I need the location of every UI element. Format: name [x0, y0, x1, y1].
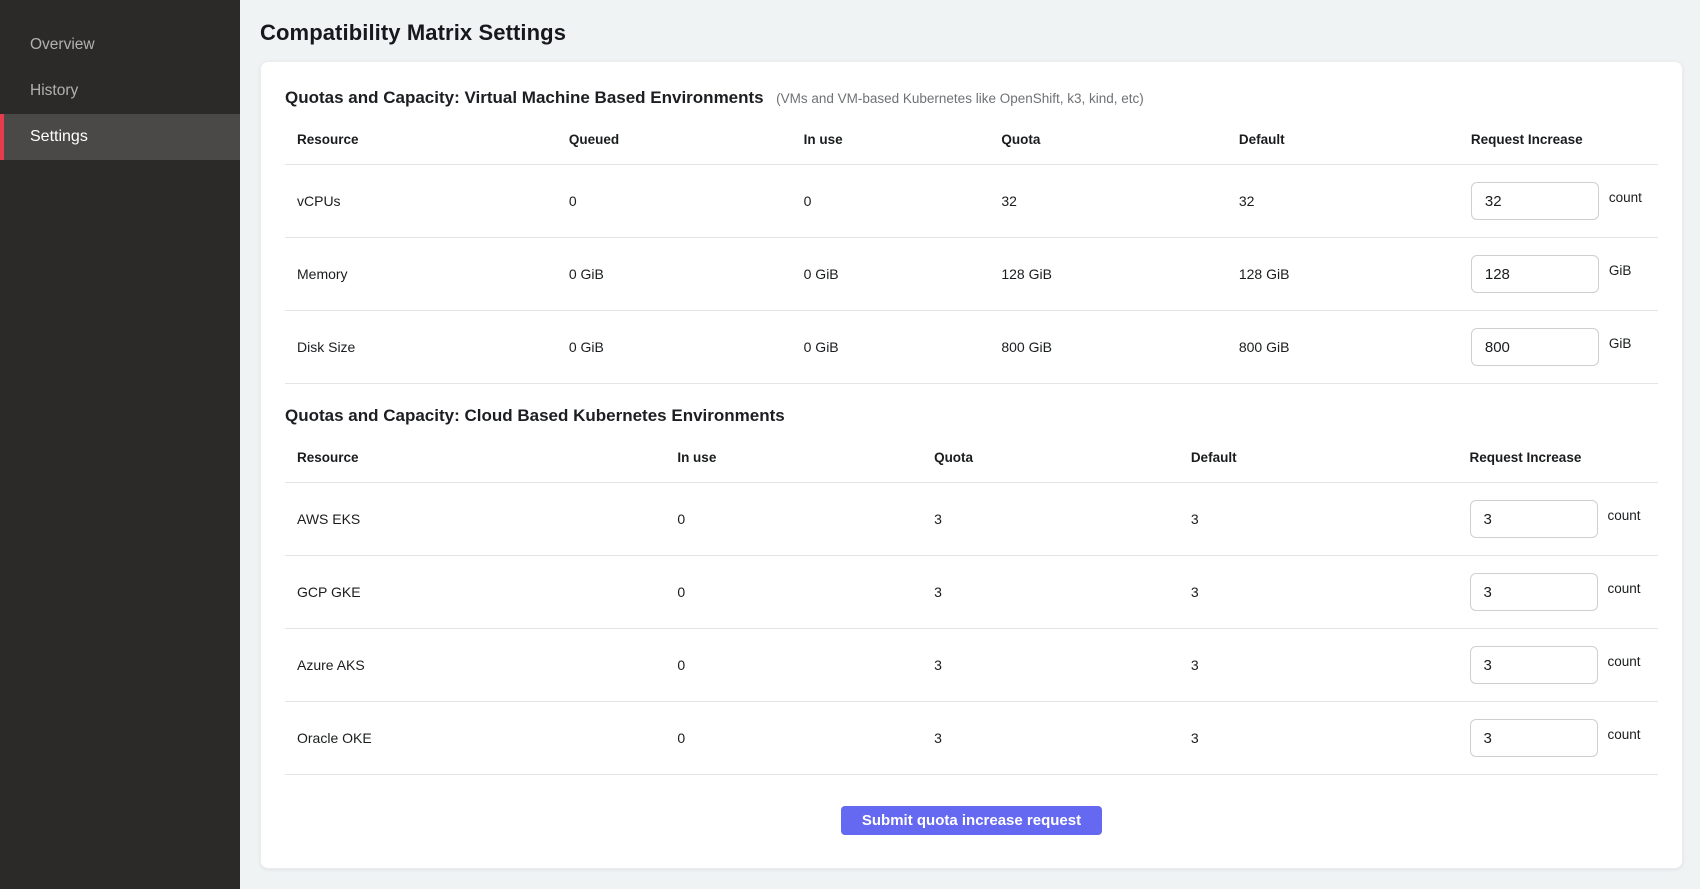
request-increase-input[interactable] [1471, 328, 1599, 366]
in-use-value: 0 GiB [792, 311, 990, 384]
column-header-quota: Quota [922, 434, 1179, 483]
request-increase-input[interactable] [1471, 182, 1599, 220]
unit-label: count [1608, 508, 1641, 523]
column-header-quota: Quota [989, 116, 1227, 165]
quota-value: 128 GiB [989, 238, 1227, 311]
default-value: 32 [1227, 165, 1459, 238]
column-header-request-increase: Request Increase [1459, 116, 1658, 165]
sidebar-item-settings[interactable]: Settings [0, 114, 240, 160]
default-value: 128 GiB [1227, 238, 1459, 311]
default-value: 3 [1179, 629, 1458, 702]
request-increase-cell: count [1470, 500, 1658, 538]
in-use-value: 0 [665, 556, 922, 629]
unit-label: count [1608, 727, 1641, 742]
request-increase-cell: count [1470, 646, 1658, 684]
column-header-default: Default [1227, 116, 1459, 165]
request-increase-cell: count [1470, 719, 1658, 757]
request-increase-cell: count [1470, 573, 1658, 611]
default-value: 3 [1179, 483, 1458, 556]
k8s-section-header: Quotas and Capacity: Cloud Based Kuberne… [285, 406, 1658, 426]
quota-value: 3 [922, 629, 1179, 702]
sidebar-nav: Overview History Settings [0, 22, 240, 160]
vm-section-title: Quotas and Capacity: Virtual Machine Bas… [285, 88, 764, 107]
default-value: 3 [1179, 702, 1458, 775]
request-increase-cell: GiB [1471, 328, 1658, 366]
quota-value: 800 GiB [989, 311, 1227, 384]
queued-value: 0 GiB [557, 238, 792, 311]
table-row-gcp-gke: GCP GKE 0 3 3 count [285, 556, 1658, 629]
resource-name: AWS EKS [285, 483, 665, 556]
resource-name: Azure AKS [285, 629, 665, 702]
k8s-section-title: Quotas and Capacity: Cloud Based Kuberne… [285, 406, 785, 425]
page-title: Compatibility Matrix Settings [260, 20, 1683, 46]
sidebar-item-history[interactable]: History [0, 68, 240, 114]
request-increase-cell: count [1471, 182, 1658, 220]
resource-name: Oracle OKE [285, 702, 665, 775]
vm-section-subtitle: (VMs and VM-based Kubernetes like OpenSh… [776, 91, 1144, 106]
k8s-table-header-row: Resource In use Quota Default Request In… [285, 434, 1658, 483]
sidebar-item-label: History [30, 82, 78, 100]
table-row-aws-eks: AWS EKS 0 3 3 count [285, 483, 1658, 556]
quota-value: 32 [989, 165, 1227, 238]
unit-label: GiB [1609, 336, 1632, 351]
table-row-memory: Memory 0 GiB 0 GiB 128 GiB 128 GiB GiB [285, 238, 1658, 311]
unit-label: count [1608, 581, 1641, 596]
vm-table-header-row: Resource Queued In use Quota Default Req… [285, 116, 1658, 165]
request-increase-input[interactable] [1470, 500, 1598, 538]
k8s-quota-table: Resource In use Quota Default Request In… [285, 434, 1658, 775]
submit-quota-increase-button[interactable]: Submit quota increase request [841, 806, 1102, 835]
request-increase-input[interactable] [1471, 255, 1599, 293]
column-header-in-use: In use [792, 116, 990, 165]
sidebar-item-label: Overview [30, 36, 95, 54]
resource-name: vCPUs [285, 165, 557, 238]
submit-row: Submit quota increase request [285, 775, 1658, 835]
column-header-default: Default [1179, 434, 1458, 483]
quota-value: 3 [922, 483, 1179, 556]
quota-settings-card: Quotas and Capacity: Virtual Machine Bas… [260, 61, 1683, 869]
in-use-value: 0 [665, 629, 922, 702]
column-header-request-increase: Request Increase [1458, 434, 1658, 483]
table-row-disk-size: Disk Size 0 GiB 0 GiB 800 GiB 800 GiB Gi… [285, 311, 1658, 384]
column-header-in-use: In use [665, 434, 922, 483]
column-header-resource: Resource [285, 434, 665, 483]
default-value: 800 GiB [1227, 311, 1459, 384]
request-increase-input[interactable] [1470, 719, 1598, 757]
request-increase-input[interactable] [1470, 646, 1598, 684]
vm-section-header: Quotas and Capacity: Virtual Machine Bas… [285, 88, 1658, 108]
in-use-value: 0 [665, 483, 922, 556]
quota-value: 3 [922, 556, 1179, 629]
in-use-value: 0 [665, 702, 922, 775]
unit-label: count [1608, 654, 1641, 669]
request-increase-cell: GiB [1471, 255, 1658, 293]
main-content: Compatibility Matrix Settings Quotas and… [240, 0, 1700, 889]
table-row-oracle-oke: Oracle OKE 0 3 3 count [285, 702, 1658, 775]
default-value: 3 [1179, 556, 1458, 629]
sidebar-item-overview[interactable]: Overview [0, 22, 240, 68]
resource-name: Disk Size [285, 311, 557, 384]
sidebar: Overview History Settings [0, 0, 240, 889]
quota-value: 3 [922, 702, 1179, 775]
table-row-vcpus: vCPUs 0 0 32 32 count [285, 165, 1658, 238]
unit-label: GiB [1609, 263, 1632, 278]
queued-value: 0 [557, 165, 792, 238]
table-row-azure-aks: Azure AKS 0 3 3 count [285, 629, 1658, 702]
column-header-resource: Resource [285, 116, 557, 165]
unit-label: count [1609, 190, 1642, 205]
queued-value: 0 GiB [557, 311, 792, 384]
column-header-queued: Queued [557, 116, 792, 165]
resource-name: GCP GKE [285, 556, 665, 629]
in-use-value: 0 GiB [792, 238, 990, 311]
sidebar-item-label: Settings [30, 128, 88, 146]
in-use-value: 0 [792, 165, 990, 238]
resource-name: Memory [285, 238, 557, 311]
vm-quota-table: Resource Queued In use Quota Default Req… [285, 116, 1658, 384]
request-increase-input[interactable] [1470, 573, 1598, 611]
